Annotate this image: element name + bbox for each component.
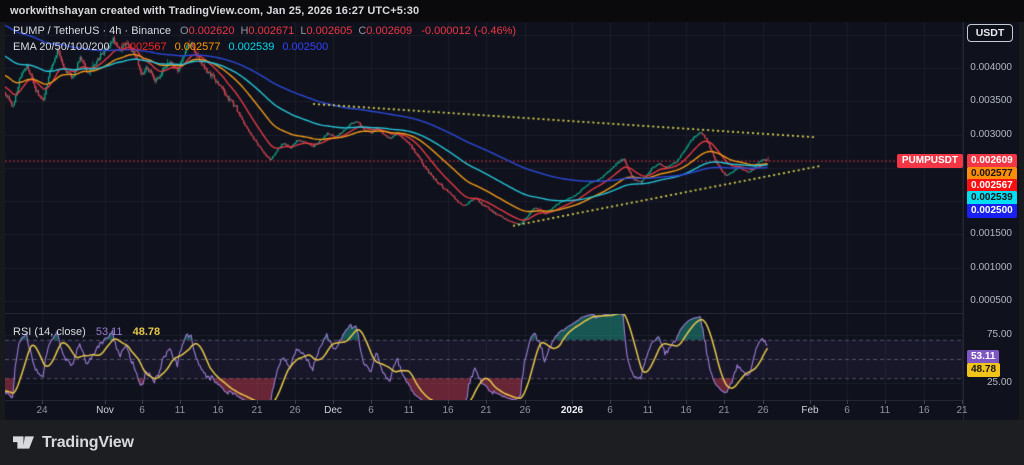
time-tick-mark (333, 400, 334, 404)
chart-area: PUMP / TetherUS · 4h · Binance O0.002620… (5, 22, 1019, 420)
rsi-value-badge: 53.11 (967, 350, 999, 364)
time-axis-label: Dec (324, 405, 342, 416)
symbol-title[interactable]: PUMP / TetherUS · 4h · Binance (13, 25, 171, 37)
time-tick-mark (142, 400, 143, 404)
attribution-bar: workwithshayan created with TradingView.… (0, 0, 1024, 22)
rsi-axis-label: 25.00 (987, 377, 1012, 388)
pane-divider[interactable] (5, 313, 963, 314)
time-tick-mark (486, 400, 487, 404)
time-axis-label: 16 (680, 405, 691, 416)
time-axis-label: 24 (36, 405, 47, 416)
time-tick-mark (525, 400, 526, 404)
rsi-ma-value: 48.78 (133, 326, 161, 338)
ema-indicator-title[interactable]: EMA 20/50/100/200 (13, 41, 110, 53)
time-tick-mark (763, 400, 764, 404)
time-tick-mark (724, 400, 725, 404)
time-axis-label: 11 (404, 405, 414, 416)
time-tick-mark (572, 400, 573, 404)
price-chart-canvas[interactable] (5, 22, 963, 313)
time-axis-label: 6 (139, 405, 145, 416)
time-axis-label: 16 (442, 405, 453, 416)
price-axis-label: 0.004000 (970, 62, 1012, 73)
time-tick-mark (448, 400, 449, 404)
time-tick-mark (180, 400, 181, 404)
ema-value: 0.002500 (282, 41, 328, 53)
time-tick-mark (42, 400, 43, 404)
rsi-legend[interactable]: RSI (14, close) 53.11 48.78 (13, 326, 160, 338)
time-tick-mark (218, 400, 219, 404)
time-tick-mark (105, 400, 106, 404)
last-price-label: PUMPUSDT (897, 154, 963, 168)
time-tick-mark (924, 400, 925, 404)
time-axis-label: 16 (918, 405, 929, 416)
symbol-legend[interactable]: PUMP / TetherUS · 4h · Binance O0.002620… (13, 25, 516, 37)
ema-value: 0.002577 (175, 41, 221, 53)
ohlc-letter: O (180, 25, 189, 37)
currency-toggle-button[interactable]: USDT (967, 24, 1013, 42)
price-axis-label: 0.003500 (970, 95, 1012, 106)
rsi-value: 53.11 (96, 326, 123, 338)
time-axis-label: 21 (251, 405, 262, 416)
time-tick-mark (847, 400, 848, 404)
time-axis[interactable]: 24 Nov 6 11 16 21 26 Dec 6 11 16 21 26 2026 6 11 16 21 26 F… (5, 400, 967, 420)
ema-value: 0.002539 (228, 41, 274, 53)
time-axis-label: 6 (607, 405, 613, 416)
time-tick-mark (686, 400, 687, 404)
time-axis-label: 26 (757, 405, 768, 416)
ema-value: 0.002567 (121, 41, 167, 53)
currency-label: USDT (976, 27, 1005, 39)
time-tick-mark (371, 400, 372, 404)
footer-bar: TradingView (0, 420, 1024, 465)
price-axis-label: 0.003000 (970, 129, 1012, 140)
ohlc-value: 0.002605 (306, 25, 352, 37)
time-tick-mark (648, 400, 649, 404)
time-axis-label: 16 (212, 405, 223, 416)
time-axis-label: 26 (289, 405, 300, 416)
tradingview-brand[interactable]: TradingView (42, 434, 134, 452)
time-axis-label: 21 (480, 405, 491, 416)
time-axis-label: 11 (643, 405, 653, 416)
rsi-axis-label: 75.00 (987, 329, 1012, 340)
attribution-text: workwithshayan created with TradingView.… (10, 5, 419, 17)
tradingview-snapshot: workwithshayan created with TradingView.… (0, 0, 1024, 465)
price-axis-label: 0.001500 (970, 228, 1012, 239)
last-price-badge: 0.002609 (967, 154, 1017, 168)
time-axis-label: Nov (96, 405, 114, 416)
time-tick-mark (810, 400, 811, 404)
time-tick-mark (409, 400, 410, 404)
time-tick-mark (257, 400, 258, 404)
ema-legend[interactable]: EMA 20/50/100/200 0.0025670.0025770.0025… (13, 41, 328, 53)
time-axis-label: 6 (844, 405, 850, 416)
time-axis-label: 2026 (561, 405, 583, 416)
change-value: -0.000012 (-0.46%) (421, 25, 516, 37)
time-tick-mark (295, 400, 296, 404)
ohlc-value: 0.002620 (189, 25, 235, 37)
time-tick-mark (885, 400, 886, 404)
time-axis-label: 11 (175, 405, 185, 416)
time-axis-label: 21 (718, 405, 729, 416)
time-axis-label: 26 (519, 405, 530, 416)
ohlc-value: 0.002671 (248, 25, 294, 37)
time-axis-label: 11 (880, 405, 890, 416)
price-axis-label: 0.001000 (970, 262, 1012, 273)
ema-values: 0.002567 0.002577 0.002539 0.002500 (113, 41, 329, 53)
ohlc-values: O0.002620H0.002671L0.002605C0.002609 (174, 25, 412, 37)
ohlc-value: 0.002609 (366, 25, 412, 37)
ema-price-badge: 0.002500 (967, 204, 1017, 218)
tradingview-logo-icon[interactable] (13, 436, 34, 449)
price-axis-label: 0.000500 (970, 295, 1012, 306)
time-axis-label: Feb (801, 405, 818, 416)
time-axis-label: 6 (368, 405, 374, 416)
rsi-value-badge: 48.78 (967, 363, 1000, 377)
time-tick-mark (610, 400, 611, 404)
rsi-indicator-title[interactable]: RSI (14, close) (13, 326, 89, 338)
price-axis[interactable]: 0.004000 0.003500 0.003000 0.001500 0.001000… (963, 22, 1019, 420)
